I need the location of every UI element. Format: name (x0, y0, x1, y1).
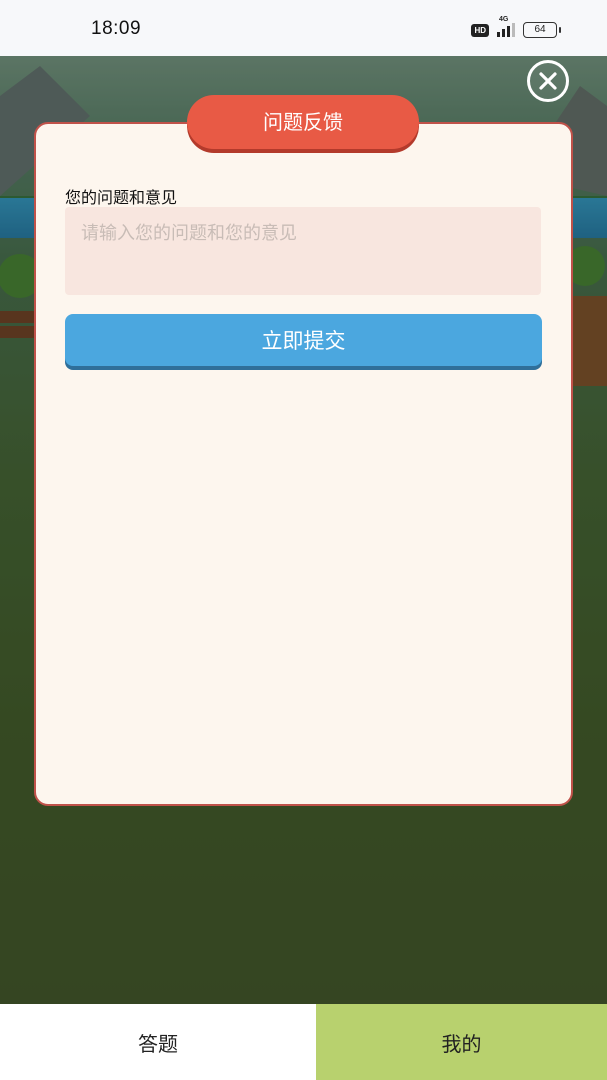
network-type: 4G (499, 16, 509, 23)
hd-icon: HD (471, 23, 489, 37)
modal-title: 问题反馈 (187, 95, 419, 149)
battery-icon: 64 (523, 22, 561, 38)
signal-icon: 4G (497, 16, 515, 37)
tab-mine[interactable]: 我的 (316, 1004, 607, 1080)
submit-button[interactable]: 立即提交 (65, 314, 542, 366)
status-bar: 18:09 HD 4G 64 (0, 0, 607, 56)
feedback-label: 您的问题和意见 (65, 188, 178, 207)
status-time: 18:09 (91, 18, 142, 39)
status-icons: HD 4G 64 (471, 16, 561, 40)
close-icon (539, 72, 557, 90)
feedback-input[interactable] (65, 207, 541, 295)
bottom-tab-bar: 答题 我的 (0, 1004, 607, 1080)
tab-answer[interactable]: 答题 (0, 1004, 316, 1080)
close-button[interactable] (527, 60, 569, 102)
